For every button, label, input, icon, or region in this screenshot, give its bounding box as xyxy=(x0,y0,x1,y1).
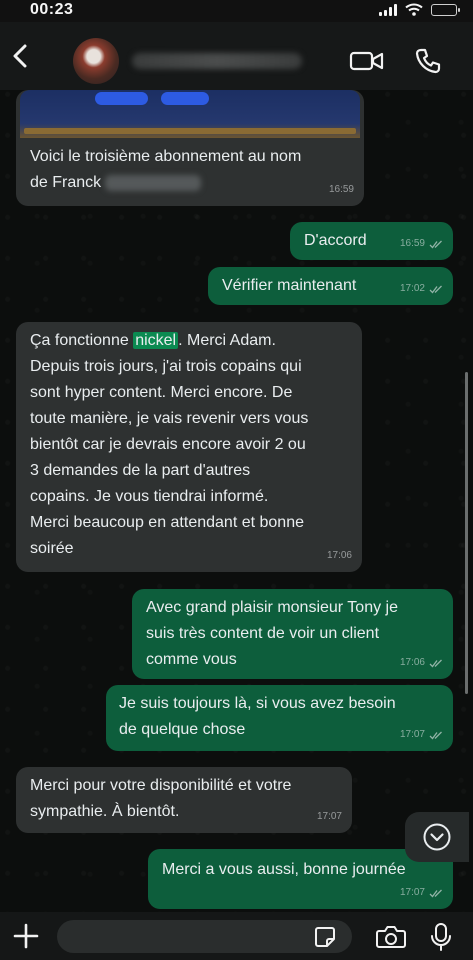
message-input[interactable] xyxy=(57,920,352,953)
message-bubble-outgoing[interactable]: Merci a vous aussi, bonne journée 17:07 xyxy=(148,849,453,909)
status-time: 00:23 xyxy=(30,1,74,18)
message-time: 17:07 xyxy=(316,811,342,822)
read-receipt-icon xyxy=(429,659,442,667)
scroll-to-bottom-button[interactable] xyxy=(405,812,469,862)
message-time: 17:02 xyxy=(399,283,425,294)
camera-icon xyxy=(376,926,406,948)
read-receipt-icon xyxy=(429,240,442,248)
message-text: D'accord xyxy=(304,232,367,249)
message-text: Merci a vous aussi, bonne journée xyxy=(162,861,406,878)
image-button-shape xyxy=(161,92,209,105)
message-text: . Merci Adam. Depuis trois jours, j'ai t… xyxy=(30,332,309,557)
message-time: 17:06 xyxy=(399,657,425,668)
signal-icon xyxy=(379,3,397,16)
message-meta: 16:59 xyxy=(400,231,443,257)
message-meta: 17:06 xyxy=(400,650,443,676)
message-meta: 16:59 xyxy=(329,177,354,203)
message-text: Ça fonctionne xyxy=(30,332,134,349)
plus-icon xyxy=(13,923,39,949)
wifi-icon xyxy=(405,3,423,16)
message-time: 17:07 xyxy=(399,729,425,740)
message-meta: 17:06 xyxy=(327,543,352,569)
message-time: 16:59 xyxy=(328,184,354,195)
image-button-shape xyxy=(95,92,148,105)
phone-icon xyxy=(415,48,441,74)
back-button[interactable] xyxy=(6,40,34,72)
message-time: 17:06 xyxy=(326,550,352,561)
voice-message-button[interactable] xyxy=(427,922,455,952)
message-time: 17:07 xyxy=(399,887,425,898)
video-icon xyxy=(349,51,384,71)
image-frame xyxy=(24,128,356,134)
sticker-icon xyxy=(315,927,335,947)
message-bubble-outgoing[interactable]: Vérifier maintenant 17:02 xyxy=(208,267,453,305)
message-meta: 17:07 xyxy=(317,804,342,830)
message-time: 16:59 xyxy=(399,238,425,249)
message-bubble-outgoing[interactable]: D'accord 16:59 xyxy=(290,222,453,260)
message-text: Merci pour votre disponibilité et votre … xyxy=(30,777,292,820)
message-image[interactable] xyxy=(20,90,360,138)
voice-call-button[interactable] xyxy=(413,46,443,76)
message-bubble-incoming[interactable]: Ça fonctionne nickel. Merci Adam. Depuis… xyxy=(16,322,362,572)
chevron-down-icon xyxy=(423,823,451,851)
chat-header xyxy=(0,22,473,90)
redacted-name xyxy=(105,174,202,191)
contact-avatar[interactable] xyxy=(73,38,119,84)
back-icon xyxy=(13,44,27,68)
message-meta: 17:07 xyxy=(400,880,443,906)
message-meta: 17:02 xyxy=(400,276,443,302)
read-receipt-icon xyxy=(429,731,442,739)
status-bar: 00:23 xyxy=(0,0,473,22)
mic-icon xyxy=(431,923,451,951)
composer-bar xyxy=(0,912,473,960)
message-bubble-outgoing[interactable]: Avec grand plaisir monsieur Tony je suis… xyxy=(132,589,453,679)
status-icons xyxy=(379,3,460,16)
sticker-button[interactable] xyxy=(314,926,336,948)
scrollbar[interactable] xyxy=(465,372,468,694)
attach-button[interactable] xyxy=(12,922,40,950)
read-receipt-icon xyxy=(429,889,442,897)
highlighted-word: nickel xyxy=(133,332,179,349)
camera-button[interactable] xyxy=(375,924,407,950)
battery-icon xyxy=(431,3,460,16)
message-text: Vérifier maintenant xyxy=(222,277,357,294)
contact-name[interactable] xyxy=(132,53,302,69)
message-meta: 17:07 xyxy=(400,722,443,748)
video-call-button[interactable] xyxy=(349,48,385,74)
read-receipt-icon xyxy=(429,285,442,293)
message-bubble-incoming[interactable]: Merci pour votre disponibilité et votre … xyxy=(16,767,352,833)
message-bubble-outgoing[interactable]: Je suis toujours là, si vous avez besoin… xyxy=(106,685,453,751)
